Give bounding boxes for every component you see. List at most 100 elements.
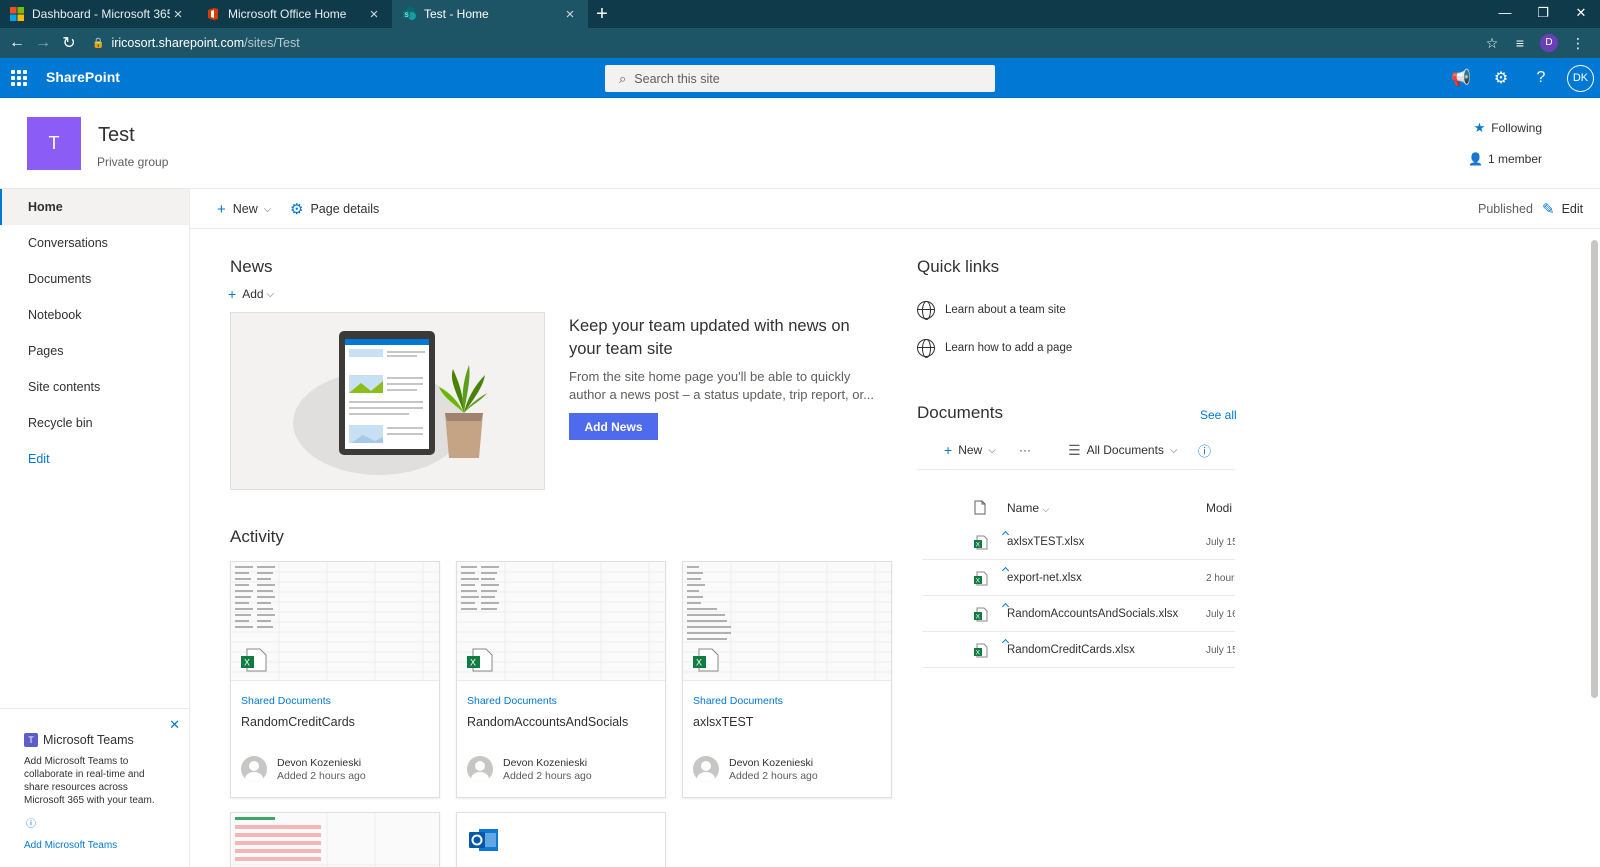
teams-title: T Microsoft Teams <box>24 733 166 747</box>
see-all-link[interactable]: See all <box>1200 408 1237 422</box>
site-logo[interactable]: T <box>27 117 81 170</box>
activity-time: Added 2 hours ago <box>729 770 818 782</box>
megaphone-icon[interactable]: 📢 <box>1441 68 1481 88</box>
table-row[interactable]: X axlsxTEST.xlsx July 15 <box>922 525 1235 560</box>
nav-item-notebook[interactable]: Notebook <box>0 297 189 333</box>
browser-tab-dashboard[interactable]: Dashboard - Microsoft 365 Dev C × <box>0 0 196 28</box>
nav-item-conversations[interactable]: Conversations <box>0 225 189 261</box>
browser-tab-sharepoint[interactable]: S Test - Home × <box>392 0 588 28</box>
nav-item-documents[interactable]: Documents <box>0 261 189 297</box>
site-subtitle: Private group <box>97 155 169 169</box>
reload-icon[interactable]: ↻ <box>56 33 82 53</box>
activity-card[interactable] <box>230 812 440 867</box>
person-icon: 👤 <box>1468 152 1483 166</box>
site-title[interactable]: Test <box>98 124 135 147</box>
page-details-button[interactable]: ⚙ Page details <box>290 189 379 229</box>
gear-icon[interactable]: ⚙ <box>1481 68 1521 88</box>
url-path: /sites/Test <box>244 36 300 50</box>
page-command-bar: + New ⌵ ⚙ Page details Published ✎ Edit <box>190 189 1600 229</box>
quick-link-label: Learn how to add a page <box>945 342 1073 354</box>
activity-author: Devon Kozenieski <box>729 757 814 769</box>
avatar <box>241 756 267 782</box>
url-field[interactable]: 🔒 iricosort.sharepoint.com/sites/Test <box>92 36 300 50</box>
close-icon[interactable]: × <box>562 6 578 23</box>
plus-icon: + <box>228 286 237 302</box>
table-row[interactable]: X RandomAccountsAndSocials.xlsx July 16 <box>922 597 1235 632</box>
news-title: News <box>230 257 273 276</box>
name-column-header[interactable]: Name ⌵ <box>1007 501 1049 515</box>
table-row[interactable]: X RandomCreditCards.xlsx July 15 <box>922 633 1235 668</box>
activity-card[interactable]: X Shared Documents axlsxTEST Devon Kozen… <box>682 561 892 798</box>
new-tab-icon[interactable]: + <box>588 0 616 28</box>
new-button[interactable]: + New ⌵ <box>217 189 271 229</box>
excel-file-icon: X <box>974 607 988 622</box>
info-icon[interactable]: ⓘ <box>1198 439 1211 461</box>
app-launcher-icon[interactable] <box>11 70 27 86</box>
activity-time: Added 2 hours ago <box>503 770 592 782</box>
table-row[interactable]: X export-net.xlsx 2 hours <box>922 561 1235 596</box>
profile-avatar[interactable]: D <box>1540 34 1558 52</box>
address-bar: ← → ↻ 🔒 iricosort.sharepoint.com/sites/T… <box>0 28 1600 58</box>
chevron-down-icon: ⌵ <box>266 288 275 300</box>
document-modified: July 15 <box>1206 537 1235 548</box>
view-label: All Documents <box>1086 443 1164 457</box>
close-icon[interactable]: × <box>170 6 186 23</box>
file-type-icon[interactable] <box>974 500 986 515</box>
activity-library[interactable]: Shared Documents <box>467 695 557 707</box>
user-avatar[interactable]: DK <box>1567 64 1594 92</box>
pencil-icon: ✎ <box>1542 201 1555 218</box>
forward-icon[interactable]: → <box>30 34 56 52</box>
tab-title: Dashboard - Microsoft 365 Dev C <box>32 7 170 21</box>
news-add-button[interactable]: + Add ⌵ <box>228 286 274 302</box>
documents-title: Documents <box>917 403 1003 422</box>
more-options-button[interactable]: ··· <box>1019 439 1031 461</box>
star-filled-icon: ★ <box>1473 120 1486 135</box>
activity-library[interactable]: Shared Documents <box>241 695 331 707</box>
activity-card[interactable]: X Shared Documents RandomAccountsAndSoci… <box>456 561 666 798</box>
view-selector[interactable]: ☰ All Documents ⌵ <box>1068 439 1178 461</box>
star-icon[interactable]: ☆ <box>1478 35 1506 52</box>
avatar <box>467 756 493 782</box>
add-news-button[interactable]: Add News <box>569 413 658 440</box>
following-button[interactable]: ★ Following <box>1474 120 1542 136</box>
name-column-label: Name <box>1007 501 1040 515</box>
kebab-menu-icon[interactable]: ⋮ <box>1564 35 1592 52</box>
members-button[interactable]: 👤 1 member <box>1468 152 1542 166</box>
nav-item-home[interactable]: Home <box>0 189 189 225</box>
back-icon[interactable]: ← <box>4 34 30 52</box>
close-icon[interactable]: × <box>366 6 382 23</box>
list-view-icon: ☰ <box>1068 441 1081 458</box>
page-scrollbar-thumb[interactable] <box>1591 240 1598 698</box>
browser-tab-office[interactable]: Microsoft Office Home × <box>196 0 392 28</box>
quick-link-team-site[interactable]: Learn about a team site <box>917 301 1066 320</box>
reading-list-icon[interactable]: ≡ <box>1506 35 1534 51</box>
activity-library[interactable]: Shared Documents <box>693 695 783 707</box>
nav-edit-link[interactable]: Edit <box>0 441 189 477</box>
nav-item-pages[interactable]: Pages <box>0 333 189 369</box>
teams-description: Add Microsoft Teams to collaborate in re… <box>24 756 155 806</box>
nav-item-recycle-bin[interactable]: Recycle bin <box>0 405 189 441</box>
search-input[interactable]: ⌕ Search this site <box>605 65 995 92</box>
chevron-down-icon: ⌵ <box>1169 444 1178 456</box>
add-teams-link[interactable]: Add Microsoft Teams <box>24 840 166 851</box>
close-icon[interactable]: ✕ <box>169 717 180 733</box>
info-icon[interactable]: ⓘ <box>26 815 166 830</box>
site-navigation: Home Conversations Documents Notebook Pa… <box>0 189 190 867</box>
minimize-icon[interactable]: — <box>1486 0 1524 28</box>
sharepoint-brand[interactable]: SharePoint <box>46 69 120 85</box>
modified-column-header[interactable]: Modi <box>1206 501 1232 515</box>
excel-file-icon: X <box>974 643 988 658</box>
nav-item-site-contents[interactable]: Site contents <box>0 369 189 405</box>
activity-card[interactable] <box>456 812 666 867</box>
svg-text:X: X <box>696 658 702 668</box>
restore-icon[interactable]: ❐ <box>1524 0 1562 28</box>
edit-page-button[interactable]: ✎ Edit <box>1542 189 1583 229</box>
quick-link-label: Learn about a team site <box>945 304 1066 316</box>
documents-new-button[interactable]: + New ⌵ <box>944 439 996 461</box>
documents-divider <box>917 469 1235 470</box>
close-window-icon[interactable]: ✕ <box>1562 0 1600 28</box>
office-icon <box>208 8 218 20</box>
quick-link-add-page[interactable]: Learn how to add a page <box>917 339 1073 358</box>
help-icon[interactable]: ? <box>1521 69 1561 87</box>
activity-card[interactable]: X Shared Documents RandomCreditCards Dev… <box>230 561 440 798</box>
